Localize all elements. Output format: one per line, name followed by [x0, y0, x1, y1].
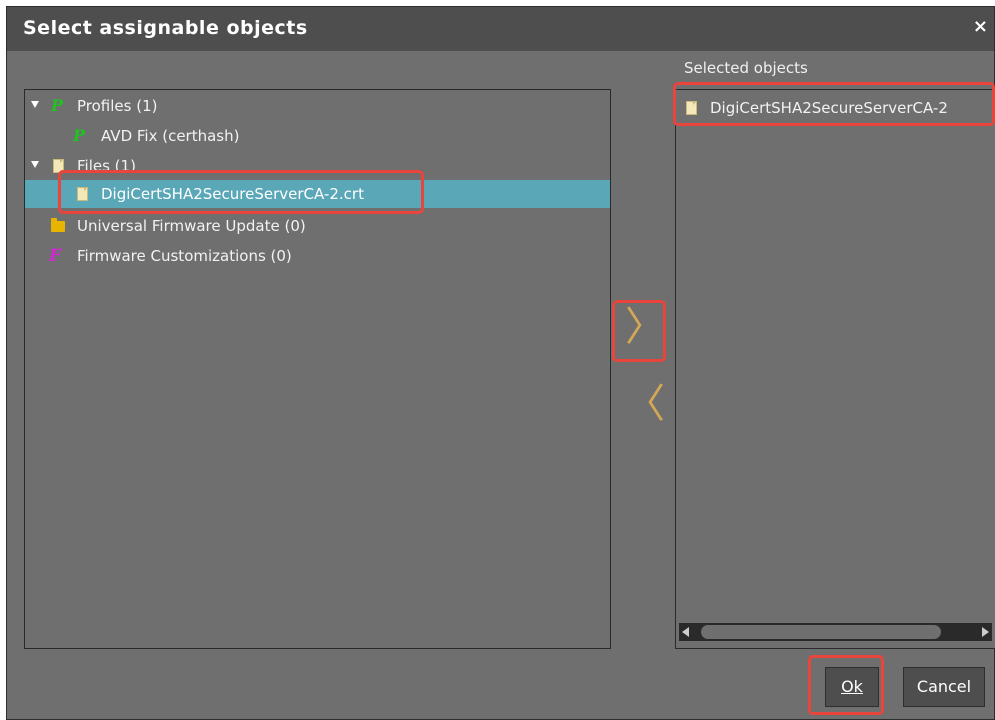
tree-node-avd-fix[interactable]: P AVD Fix (certhash)	[25, 122, 610, 150]
cancel-button[interactable]: Cancel	[903, 667, 985, 707]
add-to-selection-button[interactable]: 〉	[625, 306, 665, 350]
scroll-right-icon[interactable]	[982, 627, 989, 637]
tree-node-label: Files (1)	[77, 157, 136, 175]
selected-item-label: DigiCertSHA2SecureServerCA-2	[710, 99, 948, 117]
expand-arrow-icon[interactable]	[31, 101, 39, 108]
selected-objects-label: Selected objects	[684, 59, 808, 77]
horizontal-scrollbar[interactable]	[679, 623, 992, 641]
firmware-icon: F	[49, 246, 62, 266]
tree-node-label: AVD Fix (certhash)	[101, 127, 240, 145]
available-objects-tree[interactable]: P Profiles (1) P AVD Fix (certhash) File…	[24, 89, 611, 649]
scroll-left-icon[interactable]	[682, 627, 689, 637]
scrollbar-thumb[interactable]	[701, 625, 941, 639]
remove-from-selection-button[interactable]: 〈	[625, 383, 665, 427]
profile-icon: P	[73, 126, 86, 145]
selected-objects-list[interactable]: DigiCertSHA2SecureServerCA-2	[675, 89, 995, 649]
folder-icon	[51, 218, 65, 232]
ok-button-label: Ok	[841, 677, 863, 696]
dialog-title: Select assignable objects	[23, 17, 308, 39]
expand-arrow-icon[interactable]	[31, 161, 39, 168]
file-icon	[77, 187, 88, 201]
tree-node-label: DigiCertSHA2SecureServerCA-2.crt	[101, 185, 364, 203]
ok-button[interactable]: Ok	[825, 667, 879, 707]
tree-node-firmware-customizations[interactable]: F Firmware Customizations (0)	[25, 242, 610, 270]
file-icon	[53, 159, 64, 173]
file-icon	[686, 101, 697, 115]
tree-node-label: Firmware Customizations (0)	[77, 247, 292, 265]
select-assignable-objects-dialog: Select assignable objects × P Profiles (…	[6, 6, 995, 720]
title-bar: Select assignable objects ×	[7, 7, 994, 51]
selected-item[interactable]: DigiCertSHA2SecureServerCA-2	[676, 94, 995, 122]
close-icon[interactable]: ×	[973, 17, 988, 37]
tree-node-universal-firmware-update[interactable]: Universal Firmware Update (0)	[25, 212, 610, 240]
tree-node-label: Profiles (1)	[77, 97, 158, 115]
tree-node-label: Universal Firmware Update (0)	[77, 217, 306, 235]
tree-node-digicert-file[interactable]: DigiCertSHA2SecureServerCA-2.crt	[25, 180, 610, 208]
tree-node-profiles[interactable]: P Profiles (1)	[25, 92, 610, 120]
tree-node-files[interactable]: Files (1)	[25, 152, 610, 180]
profile-icon: P	[51, 96, 64, 115]
